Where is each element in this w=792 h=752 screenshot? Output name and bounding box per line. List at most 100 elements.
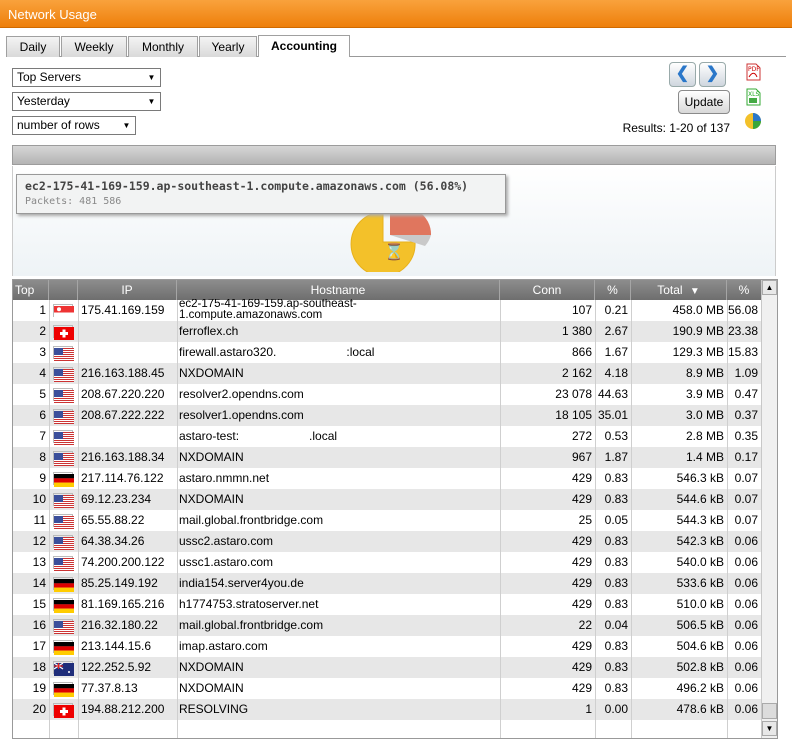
xls-icon[interactable]: XLS xyxy=(744,88,762,106)
report-select-value: Top Servers xyxy=(17,70,82,84)
cell-conn: 2 162 xyxy=(561,366,592,380)
cell-total-pct: 0.06 xyxy=(734,618,758,632)
cell-hostname: imap.astaro.com xyxy=(179,639,268,653)
cell-conn-pct: 0.83 xyxy=(604,492,628,506)
cell-rank: 7 xyxy=(39,429,46,443)
svg-text:XLS: XLS xyxy=(748,91,759,98)
flag-sg-icon xyxy=(49,300,78,321)
rows-select[interactable]: number of rows ▼ xyxy=(12,116,136,135)
cell-total: 540.0 kB xyxy=(676,555,724,569)
cell-conn-pct: 0.21 xyxy=(604,303,628,317)
cell-rank: 15 xyxy=(32,597,46,611)
cell-conn: 429 xyxy=(571,681,592,695)
cell-rank: 20 xyxy=(32,702,46,716)
table-row[interactable]: 20 194.88.212.200 RESOLVING 1 0.00 478.6 kB 0.… xyxy=(13,699,761,720)
cell-rank: 14 xyxy=(32,576,46,590)
col-header-hostname[interactable]: Hostname xyxy=(177,280,500,300)
tab-monthly[interactable]: Monthly xyxy=(128,36,198,57)
cell-conn-pct: 0.83 xyxy=(604,597,628,611)
table-row[interactable]: 9 217.114.76.122 astaro.nmmn.net 429 0.83 546… xyxy=(13,468,761,489)
cell-rank: 16 xyxy=(32,618,46,632)
update-button[interactable]: Update xyxy=(678,90,730,114)
table-row[interactable]: 19 77.37.8.13 NXDOMAIN 429 0.83 496.2 kB 0.06 xyxy=(13,678,761,699)
chart-tooltip: ec2-175-41-169-159.ap-southeast-1.comput… xyxy=(16,174,506,214)
cell-rank: 9 xyxy=(39,471,46,485)
cell-total: 2.8 MB xyxy=(685,429,724,443)
tab-daily[interactable]: Daily xyxy=(6,36,60,57)
cell-conn: 107 xyxy=(571,303,592,317)
scroll-thumb[interactable] xyxy=(762,703,777,719)
tab-weekly[interactable]: Weekly xyxy=(61,36,127,57)
scroll-up-icon[interactable]: ▲ xyxy=(762,280,777,295)
scroll-down-icon[interactable]: ▼ xyxy=(762,721,777,736)
cell-total-pct: 0.17 xyxy=(734,450,758,464)
table-row[interactable]: 17 213.144.15.6 imap.astaro.com 429 0.83 504.… xyxy=(13,636,761,657)
cell-total-pct: 0.47 xyxy=(734,387,758,401)
next-page-button[interactable]: ❯ xyxy=(699,62,726,87)
cell-conn-pct: 44.63 xyxy=(597,387,628,401)
sort-desc-icon: ▼ xyxy=(689,286,700,297)
table-row[interactable]: 16 216.32.180.22 mail.global.frontbridge.c… xyxy=(13,615,761,636)
table-row[interactable]: 2 ferroflex.ch 1 380 2.67 190.9 MB 23.38 xyxy=(13,321,761,342)
table-row[interactable]: 12 64.38.34.26 ussc2.astaro.com 429 0.83 542.… xyxy=(13,531,761,552)
cell-conn-pct: 0.05 xyxy=(604,513,628,527)
cell-conn: 429 xyxy=(571,597,592,611)
cell-rank: 11 xyxy=(33,513,46,527)
table-row[interactable]: 11 65.55.88.22 mail.global.frontbridge.com… xyxy=(13,510,761,531)
pdf-icon[interactable]: PDF xyxy=(744,63,762,81)
report-select[interactable]: Top Servers ▼ xyxy=(12,68,161,87)
tab-yearly[interactable]: Yearly xyxy=(199,36,257,57)
flag-us-icon xyxy=(49,489,78,510)
table-row[interactable]: 7 astaro-test: .local 272 0.53 2.8 MB 0.35 xyxy=(13,426,761,447)
cell-rank: 1 xyxy=(39,303,46,317)
pie-chart-icon[interactable] xyxy=(744,112,762,130)
cell-total-pct: 1.09 xyxy=(734,366,758,380)
cell-ip: 122.252.5.92 xyxy=(81,660,152,674)
table-row[interactable]: 14 85.25.149.192 india154.server4you.de 429… xyxy=(13,573,761,594)
cell-total: 544.6 kB xyxy=(676,492,724,506)
cell-rank: 10 xyxy=(32,492,46,506)
prev-page-button[interactable]: ❮ xyxy=(669,62,696,87)
cell-hostname: firewall.astaro320.:local xyxy=(179,345,375,359)
cell-conn: 18 105 xyxy=(555,408,592,422)
cell-ip: 216.32.180.22 xyxy=(81,618,158,632)
table-row[interactable]: 1 175.41.169.159 ec2-175-41-169-159.ap-sou… xyxy=(13,299,761,321)
table-row[interactable]: 4 216.163.188.45 NXDOMAIN 2 162 4.18 8.9 MB 1.… xyxy=(13,363,761,384)
table-row[interactable]: 3 firewall.astaro320.:local 866 1.67 129.3 M… xyxy=(13,342,761,363)
cell-total-pct: 0.07 xyxy=(734,492,758,506)
col-header-top[interactable]: Top xyxy=(13,280,49,300)
table-row[interactable]: 15 81.169.165.216 h1774753.stratoserver.ne… xyxy=(13,594,761,615)
table-scrollbar[interactable]: ▲ ▼ xyxy=(761,280,777,738)
flag-au-icon xyxy=(49,657,78,678)
cell-total: 544.3 kB xyxy=(676,513,724,527)
col-header-total-pct[interactable]: % xyxy=(727,280,761,300)
col-header-conn-pct[interactable]: % xyxy=(595,280,631,300)
cell-hostname: resolver2.opendns.com xyxy=(179,387,304,401)
table-row[interactable]: 18 122.252.5.92 NXDOMAIN 429 0.83 502.8 kB 0.0… xyxy=(13,657,761,678)
flag-us-icon xyxy=(49,426,78,447)
table-row[interactable]: 10 69.12.23.234 NXDOMAIN 429 0.83 544.6 kB 0.0… xyxy=(13,489,761,510)
cell-total: 546.3 kB xyxy=(676,471,724,485)
table-row[interactable]: 13 74.200.200.122 ussc1.astaro.com 429 0.83 5… xyxy=(13,552,761,573)
cell-conn: 429 xyxy=(571,660,592,674)
tooltip-packets: Packets: 481 586 xyxy=(25,196,122,207)
col-header-conn[interactable]: Conn xyxy=(500,280,595,300)
table-row[interactable]: 8 216.163.188.34 NXDOMAIN 967 1.87 1.4 MB 0.17 xyxy=(13,447,761,468)
cell-total-pct: 0.06 xyxy=(734,597,758,611)
cell-conn-pct: 4.18 xyxy=(604,366,628,380)
cell-hostname: ec2-175-41-169-159.ap-southeast- 1.comput… xyxy=(179,299,357,320)
tab-accounting[interactable]: Accounting xyxy=(258,35,350,57)
cell-conn: 25 xyxy=(578,513,592,527)
cell-total-pct: 0.06 xyxy=(734,639,758,653)
flag-us-icon xyxy=(49,405,78,426)
cell-rank: 13 xyxy=(32,555,46,569)
col-header-ip[interactable]: IP xyxy=(78,280,177,300)
table-row[interactable]: 5 208.67.220.220 resolver2.opendns.com 23 0… xyxy=(13,384,761,405)
table-row[interactable]: 6 208.67.222.222 resolver1.opendns.com 18 1… xyxy=(13,405,761,426)
cell-ip: 81.169.165.216 xyxy=(81,597,165,611)
cell-conn-pct: 0.04 xyxy=(604,618,628,632)
col-header-total[interactable]: Total ▼ xyxy=(631,280,727,300)
cell-ip xyxy=(81,321,177,342)
cell-hostname: astaro-test: .local xyxy=(179,429,338,443)
period-select[interactable]: Yesterday ▼ xyxy=(12,92,161,111)
